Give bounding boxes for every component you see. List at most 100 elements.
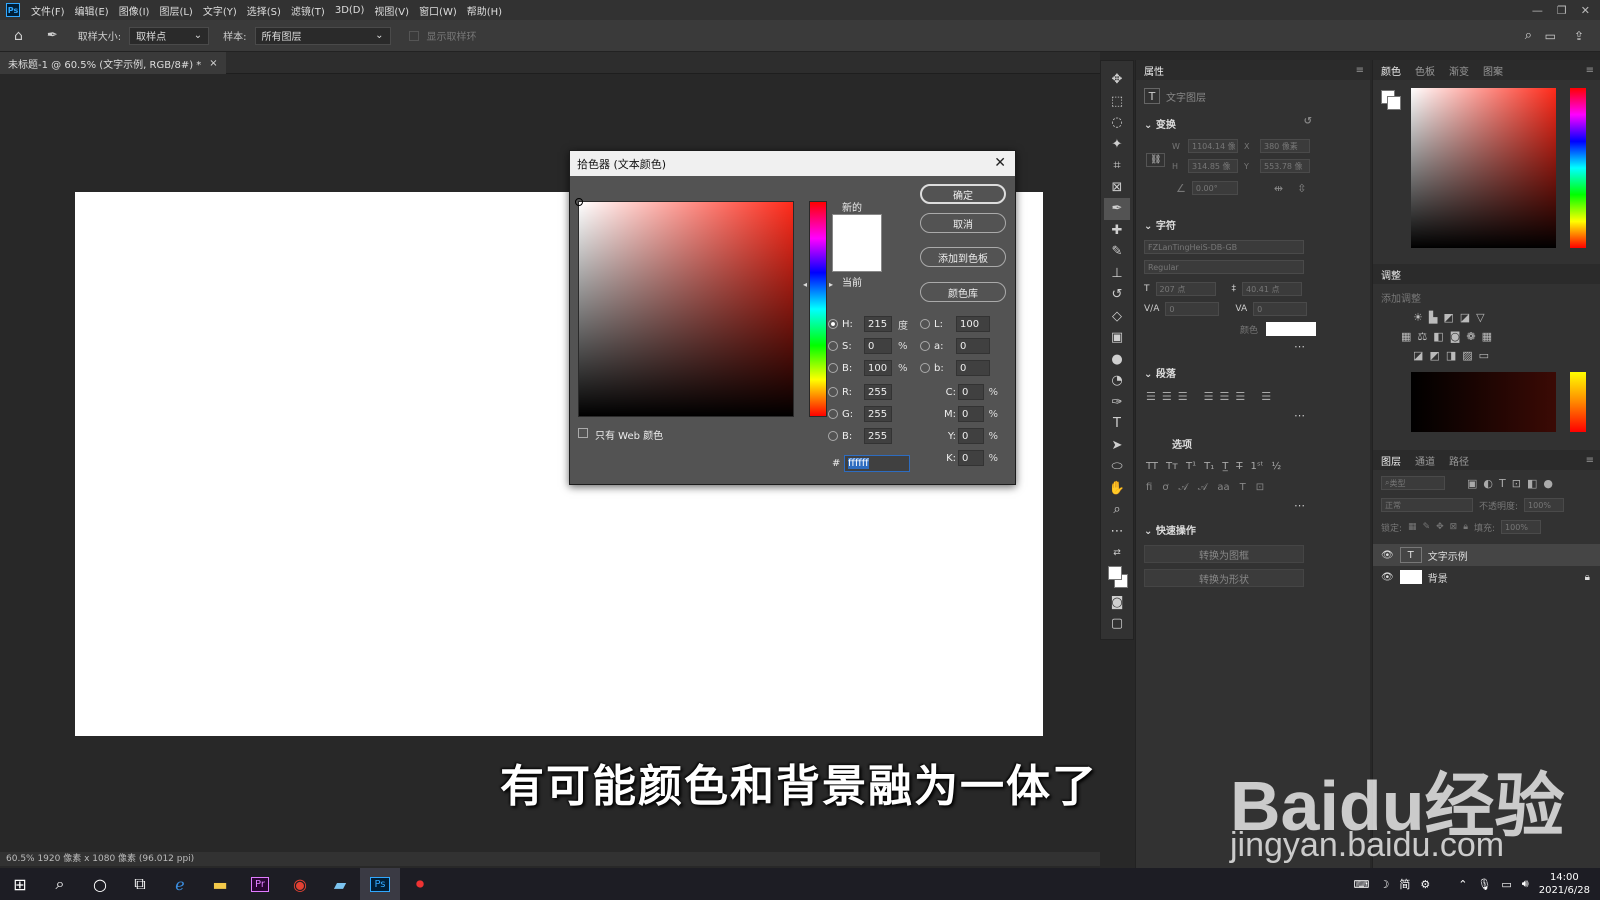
- notes-app-icon[interactable]: ▰: [320, 868, 360, 900]
- saturation-radio[interactable]: [828, 341, 838, 351]
- type-options-header[interactable]: 选项: [1136, 436, 1370, 451]
- ornament-icon[interactable]: T: [1240, 482, 1246, 493]
- visibility-eye-icon[interactable]: 👁︎: [1381, 550, 1394, 561]
- menu-image[interactable]: 图像(I): [114, 3, 155, 18]
- height-field[interactable]: 314.85 像: [1188, 159, 1238, 173]
- underline-icon[interactable]: T̲: [1222, 461, 1228, 472]
- blend-mode-select[interactable]: 正常: [1381, 498, 1473, 512]
- blue-radio[interactable]: [828, 431, 838, 441]
- ime-label[interactable]: 简: [1399, 876, 1410, 892]
- eraser-tool-icon[interactable]: ◇: [1104, 306, 1130, 328]
- a-input[interactable]: 0: [956, 338, 990, 354]
- angle-field[interactable]: 0.00°: [1191, 181, 1238, 195]
- crop-tool-icon[interactable]: ⌗: [1104, 155, 1130, 177]
- green-radio[interactable]: [828, 409, 838, 419]
- menu-edit[interactable]: 编辑(E): [70, 3, 114, 18]
- color-field[interactable]: [1411, 88, 1556, 248]
- visibility-eye-icon[interactable]: 👁︎: [1381, 572, 1394, 583]
- current-color-swatch[interactable]: [832, 243, 882, 272]
- tab-adjustments[interactable]: 调整: [1381, 267, 1401, 282]
- b-radio[interactable]: [920, 363, 930, 373]
- more-tools-icon[interactable]: ⋯: [1104, 521, 1130, 543]
- yellow-input[interactable]: 0: [958, 428, 984, 444]
- menu-3d[interactable]: 3D(D): [330, 5, 370, 16]
- justify-all-icon[interactable]: ☰: [1261, 390, 1271, 403]
- menu-layer[interactable]: 图层(L): [154, 3, 197, 18]
- marquee-tool-icon[interactable]: ⬚: [1104, 91, 1130, 113]
- cancel-button[interactable]: 取消: [920, 213, 1006, 233]
- web-only-checkbox[interactable]: [578, 428, 588, 438]
- clock[interactable]: 14:00 2021/6/28: [1539, 871, 1590, 897]
- menu-type[interactable]: 文字(Y): [198, 3, 242, 18]
- exposure-icon[interactable]: ◪: [1460, 311, 1470, 324]
- color-swatches[interactable]: [1104, 564, 1130, 592]
- green-input[interactable]: 255: [864, 406, 892, 422]
- hex-input[interactable]: ffffff: [844, 455, 910, 472]
- all-caps-icon[interactable]: TT: [1146, 461, 1158, 472]
- path-select-icon[interactable]: ➤: [1104, 435, 1130, 457]
- brightness-input[interactable]: 100: [864, 360, 892, 376]
- healing-brush-icon[interactable]: ✚: [1104, 220, 1130, 242]
- small-caps-icon[interactable]: Tт: [1166, 461, 1178, 472]
- ok-button[interactable]: 确定: [920, 184, 1006, 204]
- lock-all-icon[interactable]: 🔒︎: [1463, 522, 1468, 532]
- swash-icon[interactable]: 𝒜: [1178, 482, 1187, 493]
- blue-input[interactable]: 255: [864, 428, 892, 444]
- strikethrough-icon[interactable]: T̶: [1236, 461, 1242, 472]
- windows-start-icon[interactable]: ⊞: [0, 868, 40, 900]
- layer-search-input[interactable]: ⌕ 类型: [1381, 476, 1445, 490]
- filter-adjust-icon[interactable]: ◐: [1483, 477, 1493, 490]
- y-field[interactable]: 553.78 像: [1260, 159, 1310, 173]
- color-libraries-button[interactable]: 颜色库: [920, 282, 1006, 302]
- alt-ligature-icon[interactable]: ơ: [1162, 482, 1168, 493]
- red-radio[interactable]: [828, 387, 838, 397]
- volume-icon[interactable]: 🔊︎: [1522, 877, 1529, 891]
- eyedropper-icon[interactable]: ✒: [47, 28, 58, 43]
- saturation-brightness-field[interactable]: [575, 198, 794, 417]
- tab-color[interactable]: 颜色: [1381, 63, 1401, 78]
- quick-mask-icon[interactable]: ◙: [1104, 592, 1130, 614]
- foreground-color-swatch[interactable]: [1108, 565, 1122, 580]
- brightness-radio[interactable]: [828, 363, 838, 373]
- posterize-icon[interactable]: ◩: [1429, 349, 1439, 362]
- tab-properties[interactable]: 属性: [1144, 63, 1164, 78]
- opacity-field[interactable]: 100%: [1524, 498, 1565, 512]
- screen-mode-icon[interactable]: ▢: [1104, 613, 1130, 635]
- close-icon[interactable]: ✕: [994, 155, 1006, 171]
- mini-hue-slider[interactable]: [1570, 372, 1586, 432]
- font-style-field[interactable]: Regular: [1144, 260, 1304, 274]
- flip-vertical-icon[interactable]: ⇳: [1297, 182, 1306, 195]
- network-icon[interactable]: ▭: [1501, 878, 1511, 891]
- swap-colors-icon[interactable]: ⇄: [1104, 542, 1130, 564]
- align-right-icon[interactable]: ☰: [1178, 390, 1188, 403]
- tab-patterns[interactable]: 图案: [1483, 63, 1503, 78]
- document-tab[interactable]: 未标题-1 @ 60.5% (文字示例, RGB/8#) * ×: [0, 52, 226, 74]
- hue-slider-handle[interactable]: ◂ ▸: [803, 280, 833, 289]
- tab-gradients[interactable]: 渐变: [1449, 63, 1469, 78]
- panel-menu-icon[interactable]: ≡: [1586, 455, 1594, 466]
- photo-filter-icon[interactable]: ◙: [1450, 330, 1461, 343]
- gradient-map-icon[interactable]: ▨: [1462, 349, 1472, 362]
- hue-sat-icon[interactable]: ▦: [1401, 330, 1411, 343]
- color-picker-cursor[interactable]: [575, 198, 583, 206]
- threshold-icon[interactable]: ◨: [1446, 349, 1456, 362]
- link-icon[interactable]: ⛓: [1146, 153, 1166, 167]
- x-field[interactable]: 380 像素: [1260, 139, 1310, 153]
- justify-right-icon[interactable]: ☰: [1235, 390, 1245, 403]
- photoshop-taskbar-icon[interactable]: Ps: [360, 868, 400, 900]
- font-family-field[interactable]: FZLanTingHeiS-DB-GB: [1144, 240, 1304, 254]
- align-center-icon[interactable]: ☰: [1162, 390, 1172, 403]
- sample-size-select[interactable]: 取样点 ⌄: [129, 26, 210, 45]
- ordinal-icon[interactable]: 1ˢᵗ: [1250, 461, 1263, 472]
- hue-slider[interactable]: [1570, 88, 1586, 248]
- color-lookup-icon[interactable]: ▦: [1482, 330, 1492, 343]
- cyan-input[interactable]: 0: [958, 384, 984, 400]
- menu-window[interactable]: 窗口(W): [414, 3, 462, 18]
- file-explorer-icon[interactable]: ▬: [200, 868, 240, 900]
- hue-radio[interactable]: [828, 319, 838, 329]
- shape-tool-icon[interactable]: ⬭: [1104, 456, 1130, 478]
- text-color-swatch[interactable]: [1266, 322, 1317, 336]
- justify-center-icon[interactable]: ☰: [1220, 390, 1230, 403]
- vibrance-icon[interactable]: ▽: [1476, 311, 1484, 324]
- task-view-icon[interactable]: ⧉: [120, 868, 160, 900]
